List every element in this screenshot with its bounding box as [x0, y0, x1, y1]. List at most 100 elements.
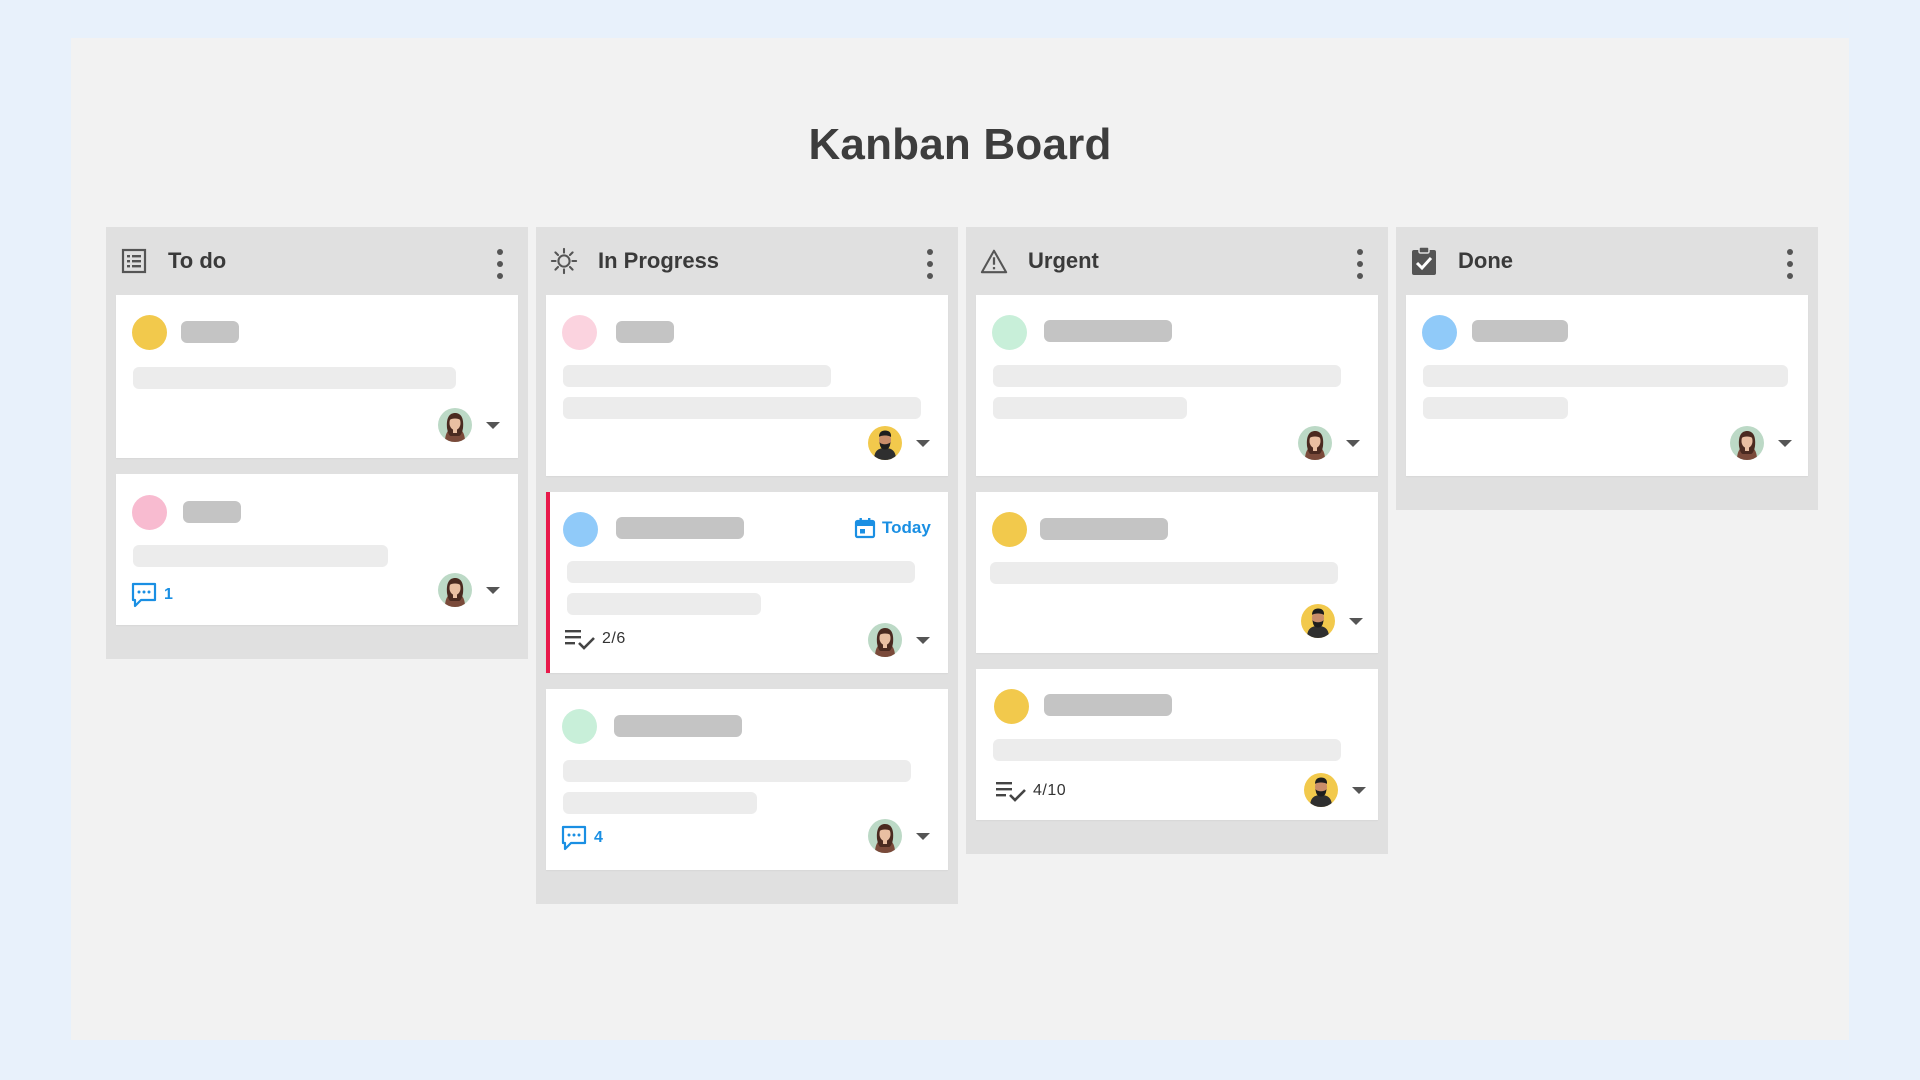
man-avatar — [1304, 773, 1338, 807]
checklist-progress[interactable]: 4/10 — [995, 779, 1066, 803]
column-menu-button[interactable] — [1354, 249, 1366, 279]
comment-count[interactable]: 4 — [560, 825, 603, 851]
column-header: Done — [1406, 227, 1808, 295]
task-card[interactable]: 4/10 — [976, 669, 1378, 820]
column-menu-button[interactable] — [924, 249, 936, 279]
comment-count-value: 4 — [594, 829, 603, 846]
text-placeholder — [567, 561, 915, 583]
checklist-progress-value: 4/10 — [1033, 782, 1067, 799]
title-placeholder — [1472, 320, 1568, 342]
due-date-badge[interactable]: Today — [854, 517, 931, 539]
chevron-down-icon — [916, 439, 930, 447]
assignee-dropdown[interactable] — [1298, 426, 1360, 460]
checklist-icon — [564, 627, 596, 651]
woman-avatar — [868, 819, 902, 853]
title-placeholder — [1044, 320, 1172, 342]
chevron-down-icon — [916, 832, 930, 840]
task-card[interactable]: 1 — [116, 474, 518, 625]
task-card[interactable] — [116, 295, 518, 458]
label-dot — [562, 709, 597, 744]
label-dot — [1422, 315, 1457, 350]
assignee-dropdown[interactable] — [1730, 426, 1792, 460]
task-card[interactable] — [976, 492, 1378, 653]
text-placeholder — [993, 397, 1187, 419]
text-placeholder — [133, 367, 456, 389]
title-placeholder — [1040, 518, 1168, 540]
board-canvas: Kanban Board To do 1 In Progress Today 2… — [71, 38, 1849, 1040]
checklist-progress[interactable]: 2/6 — [564, 627, 626, 651]
sun-icon — [550, 247, 578, 275]
man-avatar — [868, 426, 902, 460]
column-title: To do — [168, 248, 227, 273]
checklist-progress-value: 2/6 — [602, 630, 626, 647]
assignee-dropdown[interactable] — [868, 623, 930, 657]
woman-avatar — [868, 623, 902, 657]
assignee-dropdown[interactable] — [1301, 604, 1363, 638]
assignee-dropdown[interactable] — [868, 819, 930, 853]
title-placeholder — [1044, 694, 1172, 716]
chevron-down-icon — [1352, 786, 1366, 794]
text-placeholder — [133, 545, 388, 567]
title-placeholder — [616, 321, 674, 343]
column-todo: To do 1 — [106, 227, 528, 659]
comment-icon — [130, 582, 158, 608]
column-header: To do — [116, 227, 518, 295]
column-title: Done — [1458, 248, 1513, 273]
column-done: Done — [1396, 227, 1818, 510]
woman-avatar — [438, 573, 472, 607]
chevron-down-icon — [1349, 617, 1363, 625]
text-placeholder — [1423, 397, 1568, 419]
assignee-dropdown[interactable] — [868, 426, 930, 460]
man-avatar — [1301, 604, 1335, 638]
woman-avatar — [1730, 426, 1764, 460]
label-dot — [563, 512, 598, 547]
chevron-down-icon — [916, 636, 930, 644]
task-card[interactable] — [546, 295, 948, 476]
title-placeholder — [614, 715, 742, 737]
text-placeholder — [563, 397, 921, 419]
assignee-dropdown[interactable] — [438, 408, 500, 442]
column-header: Urgent — [976, 227, 1378, 295]
column-menu-button[interactable] — [1784, 249, 1796, 279]
column-urgent: Urgent 4/10 — [966, 227, 1388, 854]
label-dot — [562, 315, 597, 350]
clipboard-check-icon — [1410, 246, 1438, 275]
title-placeholder — [183, 501, 241, 523]
chevron-down-icon — [1778, 439, 1792, 447]
list-icon — [120, 247, 148, 275]
text-placeholder — [993, 739, 1341, 761]
text-placeholder — [563, 365, 831, 387]
label-dot — [992, 512, 1027, 547]
column-in-progress: In Progress Today 2/6 4 — [536, 227, 958, 904]
task-card[interactable] — [976, 295, 1378, 476]
text-placeholder — [567, 593, 761, 615]
column-title: Urgent — [1028, 248, 1099, 273]
column-title: In Progress — [598, 248, 720, 273]
text-placeholder — [1423, 365, 1788, 387]
woman-avatar — [1298, 426, 1332, 460]
task-card-flagged[interactable]: Today 2/6 — [546, 492, 948, 673]
assignee-dropdown[interactable] — [438, 573, 500, 607]
column-menu-button[interactable] — [494, 249, 506, 279]
task-card[interactable] — [1406, 295, 1808, 476]
assignee-dropdown[interactable] — [1304, 773, 1366, 807]
text-placeholder — [563, 760, 911, 782]
text-placeholder — [563, 792, 757, 814]
checklist-icon — [995, 779, 1027, 803]
column-header: In Progress — [546, 227, 948, 295]
label-dot — [132, 495, 167, 530]
text-placeholder — [993, 365, 1341, 387]
warning-icon — [980, 247, 1008, 275]
comment-icon — [560, 825, 588, 851]
calendar-icon — [854, 517, 876, 539]
due-date-label: Today — [882, 518, 931, 537]
label-dot — [132, 315, 167, 350]
chevron-down-icon — [486, 586, 500, 594]
title-placeholder — [181, 321, 239, 343]
board-title: Kanban Board — [808, 120, 1112, 169]
chevron-down-icon — [1346, 439, 1360, 447]
comment-count-value: 1 — [164, 586, 173, 603]
woman-avatar — [438, 408, 472, 442]
task-card[interactable]: 4 — [546, 689, 948, 870]
comment-count[interactable]: 1 — [130, 582, 173, 608]
